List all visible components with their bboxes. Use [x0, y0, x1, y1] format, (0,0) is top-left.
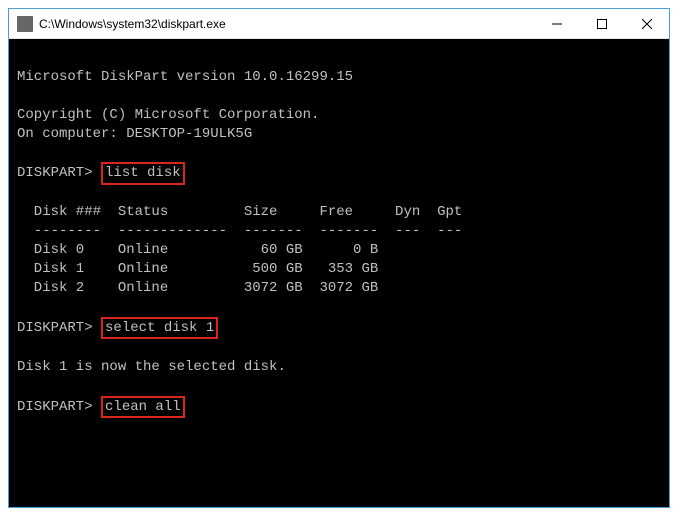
command-clean-all: clean all — [101, 396, 185, 418]
selected-line: Disk 1 is now the selected disk. — [17, 359, 286, 375]
prompt: DISKPART> — [17, 399, 101, 415]
minimize-button[interactable] — [534, 9, 579, 38]
window-controls — [534, 9, 669, 38]
terminal-output[interactable]: Microsoft DiskPart version 10.0.16299.15… — [9, 39, 669, 507]
diskpart-window: C:\Windows\system32\diskpart.exe Microso… — [8, 8, 670, 508]
disk-table-divider: -------- ------------- ------- ------- -… — [17, 223, 462, 239]
prompt: DISKPART> — [17, 320, 101, 336]
maximize-icon — [597, 19, 607, 29]
version-line: Microsoft DiskPart version 10.0.16299.15 — [17, 69, 353, 85]
disk-table-header: Disk ### Status Size Free Dyn Gpt — [17, 204, 462, 220]
minimize-icon — [552, 19, 562, 29]
computer-line: On computer: DESKTOP-19ULK5G — [17, 126, 252, 142]
prompt: DISKPART> — [17, 165, 101, 181]
command-list-disk: list disk — [101, 162, 185, 184]
maximize-button[interactable] — [579, 9, 624, 38]
titlebar: C:\Windows\system32\diskpart.exe — [9, 9, 669, 39]
disk-row-0: Disk 0 Online 60 GB 0 B — [17, 242, 378, 258]
close-button[interactable] — [624, 9, 669, 38]
disk-row-2: Disk 2 Online 3072 GB 3072 GB — [17, 280, 378, 296]
copyright-line: Copyright (C) Microsoft Corporation. — [17, 107, 319, 123]
close-icon — [642, 19, 652, 29]
window-title: C:\Windows\system32\diskpart.exe — [39, 17, 534, 31]
app-icon — [17, 16, 33, 32]
command-select-disk: select disk 1 — [101, 317, 218, 339]
disk-row-1: Disk 1 Online 500 GB 353 GB — [17, 261, 378, 277]
